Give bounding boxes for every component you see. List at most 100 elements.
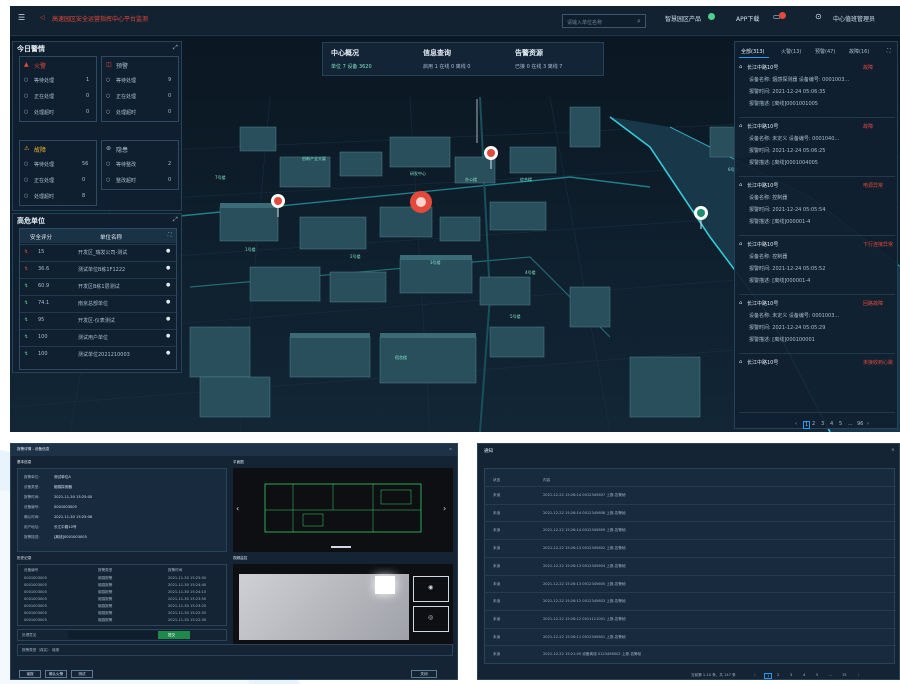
- alarm-list-item[interactable]: ⌂ 长江中路10号 未接收到心跳: [739, 357, 895, 413]
- tab-all[interactable]: 全部(313): [741, 48, 764, 55]
- safety-row[interactable]: ↯ 36.6 测试单位B栋1F1222 ●: [20, 261, 178, 277]
- locate-icon[interactable]: ●: [166, 248, 170, 254]
- notification-status: 未读: [493, 652, 501, 657]
- prev-page-icon[interactable]: ‹: [754, 673, 755, 677]
- safety-score: 36.6: [38, 266, 50, 272]
- page-button[interactable]: ...: [829, 673, 832, 677]
- app-download-button[interactable]: APP下载: [736, 14, 759, 23]
- location-icon: ⌂: [739, 359, 743, 365]
- dialog-title: 通知: [484, 449, 493, 454]
- fullscreen-icon[interactable]: ⛶: [168, 232, 172, 238]
- close-icon[interactable]: ×: [891, 448, 895, 453]
- page-button[interactable]: 5: [816, 673, 818, 677]
- notification-row[interactable]: 未读 2021-12-22 15:21:05 设备离线 0123456002 上报…: [485, 645, 896, 662]
- record-icon[interactable]: ◎: [428, 614, 433, 621]
- safety-row[interactable]: ↯ 74.1 南京总部单位 ●: [20, 295, 178, 311]
- alarm-box[interactable]: ▲ 火警 ○ 等待处理 1 ○ 正在处理 0 ○ 处理超时 0: [19, 56, 97, 122]
- action-button[interactable]: 确认火警: [45, 670, 67, 678]
- warning-box[interactable]: ◫ 预警 ○ 等待处理 9 ○ 正在处理 0 ○ 处理超时 0: [101, 56, 179, 122]
- field-label: 确认时间:: [24, 515, 40, 519]
- user-menu[interactable]: 中心值班管理员: [833, 14, 875, 23]
- menu-icon[interactable]: ☰: [18, 13, 25, 22]
- safety-score: 100: [38, 351, 48, 357]
- page-button[interactable]: 2: [777, 673, 779, 677]
- fault-box[interactable]: ⚠ 故障 ○ 等待处理 56 ○ 正在处理 0 ○ 处理超时 8: [19, 140, 97, 206]
- next-image-icon[interactable]: ›: [443, 504, 446, 513]
- alarm-bell-icon[interactable]: ◁: [40, 14, 45, 21]
- help-icon[interactable]: ⊙: [815, 12, 822, 21]
- search-icon[interactable]: ⌕: [637, 17, 641, 26]
- page-button[interactable]: 96: [857, 421, 863, 427]
- safety-row[interactable]: ↯ 95 开发区-仪表测试 ●: [20, 312, 178, 328]
- camera-icon[interactable]: ◉: [428, 584, 433, 591]
- page-button[interactable]: 1: [764, 673, 773, 679]
- locate-icon[interactable]: ●: [166, 350, 170, 356]
- page-button[interactable]: 4: [830, 421, 833, 427]
- safety-unit-name: 开发区B栋1层测试: [78, 284, 120, 290]
- action-button[interactable]: 误报: [19, 670, 41, 678]
- locate-icon[interactable]: ●: [166, 265, 170, 271]
- next-page-icon[interactable]: ›: [867, 421, 869, 427]
- map-3d-view[interactable]: 创新产业大厦 研发中心 1号楼 2号楼 3号楼 4号楼 5号楼 6号楼 7号楼 …: [10, 37, 900, 432]
- alarm-list-item[interactable]: ⌂ 长江中路10号 电源异常 设备名称: 控制器 报警时间: 2021-12-24 05…: [739, 180, 895, 236]
- map-label: 7号楼: [215, 175, 226, 180]
- page-title: 高速园区安全运营指挥中心平台监测: [52, 16, 149, 23]
- locate-icon[interactable]: ●: [166, 282, 170, 288]
- search-input[interactable]: 请输入单位名称 ⌕: [562, 14, 646, 28]
- hidden-danger-box[interactable]: ⊛ 隐患 ○ 等待整改 2 ○ 整改超时 0: [101, 140, 179, 190]
- action-button[interactable]: 测试: [71, 670, 93, 678]
- alarm-item-line3: 报警描述: [离线]0001004005: [749, 160, 818, 166]
- alarm-list-item[interactable]: ⌂ 长江中路10号 下行连接异常 设备名称: 控制器 报警时间: 2021-12-24 …: [739, 239, 895, 295]
- next-page-icon[interactable]: ›: [858, 673, 859, 677]
- notification-row[interactable]: 未读 2021-12-22 15:26:12 0011111001 上报-告警帧: [485, 609, 896, 627]
- notification-content: 2021-12-22 15:26:13 0012345604 上报-告警帧: [543, 563, 626, 568]
- alarm-list-item[interactable]: ⌂ 长江中路10号 故障 设备名称: 烟感探测器 设备编号: 0001003... 报警…: [739, 62, 895, 118]
- safety-row[interactable]: ↯ 15 开发区_瑞发公司-测试 ●: [20, 244, 178, 260]
- page-button[interactable]: ...: [848, 421, 853, 427]
- notification-row[interactable]: 未读 2021-12-22 15:26:11 0012345601 上报-告警帧: [485, 627, 896, 645]
- page-button[interactable]: 1: [803, 421, 811, 429]
- close-icon[interactable]: ×: [449, 447, 452, 451]
- notification-row[interactable]: 未读 2021-12-22 15:26:13 0012345604 上报-告警帧: [485, 556, 896, 574]
- safety-row[interactable]: ↯ 60.9 开发区B栋1层测试 ●: [20, 278, 178, 294]
- tab-warning[interactable]: 预警(47): [815, 48, 835, 55]
- close-button[interactable]: 关闭: [411, 670, 437, 678]
- notification-row[interactable]: 未读 2021-12-22 15:26:14 0012345607 上报-告警帧: [485, 486, 896, 503]
- tab-fire[interactable]: 火警(13): [781, 48, 801, 55]
- notification-row[interactable]: 未读 2021-12-22 15:26:14 0012345608 上报-告警帧: [485, 503, 896, 521]
- prev-image-icon[interactable]: ‹: [236, 504, 239, 513]
- submit-button[interactable]: 提交: [158, 631, 190, 639]
- expand-icon[interactable]: ⤢: [173, 44, 178, 52]
- log-time: 2021-11-30 15:25:00: [168, 576, 207, 580]
- locate-icon[interactable]: ●: [166, 333, 170, 339]
- page-button[interactable]: 3: [821, 421, 824, 427]
- alarm-list-item[interactable]: ⌂ 长江中路10号 故障 设备名称: 未定义 设备编号: 0001040... 报警时间…: [739, 121, 895, 177]
- page-button[interactable]: 3: [790, 673, 792, 677]
- handle-input[interactable]: [68, 631, 158, 639]
- safety-row[interactable]: ↯ 100 测试单位2021210003 ●: [20, 346, 178, 362]
- video-viewer[interactable]: ◉ ◎: [233, 564, 453, 644]
- page-button[interactable]: 15: [842, 673, 847, 677]
- notification-row[interactable]: 未读 2021-12-22 15:26:12 0012345603 上报-告警帧: [485, 592, 896, 609]
- notification-content: 2021-12-22 15:26:13 0012345605 上报-告警帧: [543, 581, 626, 586]
- notification-row[interactable]: 未读 2021-12-22 15:26:13 0012345602 上报-告警帧: [485, 539, 896, 556]
- alarm-list-item[interactable]: ⌂ 长江中路10号 回路故障 设备名称: 未定义 设备编号: 0001003... 报警…: [739, 298, 895, 354]
- tab-fault[interactable]: 故障(16): [849, 48, 869, 55]
- floor-plan-viewer[interactable]: ‹ ›: [233, 468, 453, 552]
- notification-row[interactable]: 未读 2021-12-22 15:26:13 0012345605 上报-告警帧: [485, 574, 896, 592]
- page-button[interactable]: 4: [803, 673, 805, 677]
- page-button[interactable]: 5: [839, 421, 842, 427]
- safety-row[interactable]: ↯ 100 测试用户单位 ●: [20, 329, 178, 345]
- product-button[interactable]: 智慧园区产品: [665, 14, 701, 23]
- field-label: 报警描述:: [24, 535, 40, 539]
- trend-icon: ↯: [24, 249, 29, 255]
- safety-unit-name: 开发区-仪表测试: [78, 318, 115, 324]
- fullscreen-icon[interactable]: ⛶: [887, 48, 891, 54]
- expand-icon[interactable]: ⤢: [173, 216, 178, 224]
- notification-row[interactable]: 未读 2021-12-22 15:26:14 0012345609 上报-告警帧: [485, 521, 896, 538]
- prev-page-icon[interactable]: ‹: [795, 421, 797, 427]
- locate-icon[interactable]: ●: [166, 316, 170, 322]
- locate-icon[interactable]: ●: [166, 299, 170, 305]
- map-label: 办公楼: [465, 177, 477, 182]
- page-button[interactable]: 2: [812, 421, 815, 427]
